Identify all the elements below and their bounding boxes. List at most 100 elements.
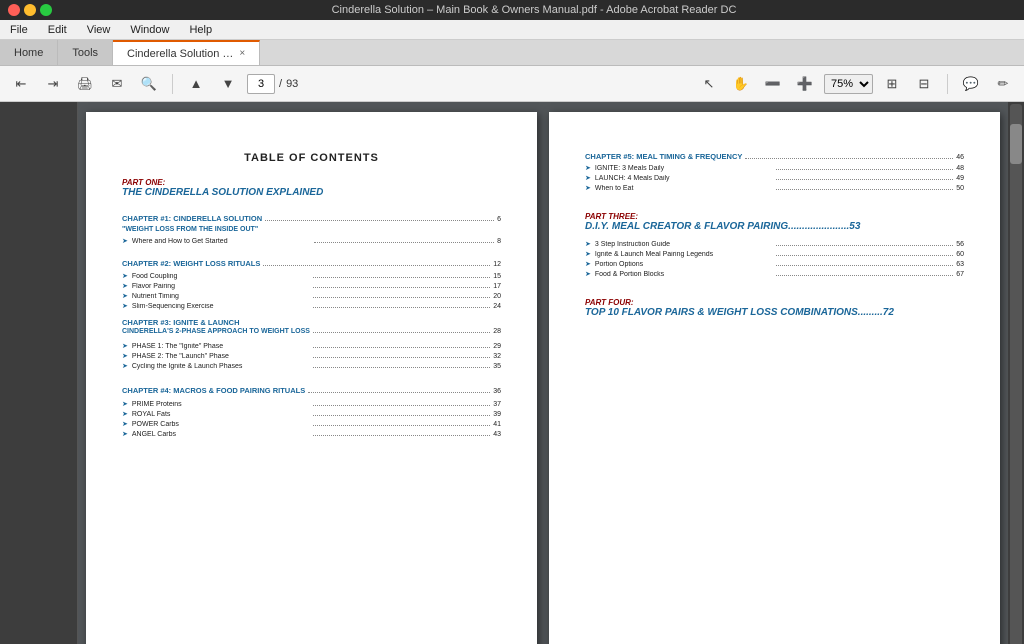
dots — [313, 277, 491, 278]
ch5-entry-2-page: 50 — [956, 185, 964, 192]
zoom-select[interactable]: 75% — [824, 74, 873, 94]
dots — [776, 189, 954, 190]
page-up-button[interactable]: ▲ — [183, 71, 209, 97]
dots — [313, 357, 491, 358]
bullet-icon: ➤ — [122, 237, 128, 245]
ch4-entry-2-text: POWER Carbs — [132, 421, 310, 428]
ch5-entry-2-text: When to Eat — [595, 185, 773, 192]
cursor-tool-button[interactable]: ↖ — [696, 71, 722, 97]
part-four-title: TOP 10 FLAVOR PAIRS & WEIGHT LOSS COMBIN… — [585, 307, 964, 318]
toc-entry: ➤ Portion Options 63 — [585, 260, 964, 268]
bullet-icon: ➤ — [585, 240, 591, 248]
email-button[interactable]: ✉ — [104, 71, 130, 97]
bullet-icon: ➤ — [585, 164, 591, 172]
fit-width-button[interactable]: ⊟ — [911, 71, 937, 97]
page-number-input[interactable] — [247, 74, 275, 94]
nav-prev-button[interactable]: ⇤ — [8, 71, 34, 97]
dots — [776, 245, 954, 246]
part-three-title: D.I.Y. MEAL CREATOR & FLAVOR PAIRING....… — [585, 221, 964, 232]
ch4-dots — [308, 392, 490, 393]
toolbar-separator — [172, 74, 173, 94]
part-one-label: PART ONE: — [122, 178, 501, 187]
hand-tool-button[interactable]: ✋ — [728, 71, 754, 97]
bullet-icon: ➤ — [122, 420, 128, 428]
bullet-icon: ➤ — [122, 362, 128, 370]
bullet-icon: ➤ — [122, 352, 128, 360]
bullet-icon: ➤ — [122, 410, 128, 418]
ch2-entry-1-page: 17 — [493, 283, 501, 290]
dots — [314, 242, 494, 243]
toc-entry: ➤ ROYAL Fats 39 — [122, 410, 501, 418]
draw-button[interactable]: ✏ — [990, 71, 1016, 97]
tab-home[interactable]: Home — [0, 40, 58, 65]
menu-window[interactable]: Window — [126, 22, 173, 38]
dots — [776, 169, 954, 170]
ch2-title: CHAPTER #2: WEIGHT LOSS RITUALS — [122, 259, 260, 268]
bullet-icon: ➤ — [122, 342, 128, 350]
menu-file[interactable]: File — [6, 22, 32, 38]
right-scrollbar[interactable] — [1008, 102, 1024, 644]
ch2-entry-2-page: 20 — [493, 293, 501, 300]
ch3-page: 28 — [493, 328, 501, 335]
close-window-button[interactable] — [8, 4, 20, 16]
pdf-page-3: TABLE OF CONTENTS PART ONE: THE CINDEREL… — [86, 112, 537, 644]
ch5-entry-1-page: 49 — [956, 175, 964, 182]
toc-entry: ➤ 3 Step Instruction Guide 56 — [585, 240, 964, 248]
maximize-window-button[interactable] — [40, 4, 52, 16]
part-three-label: PART THREE: — [585, 212, 964, 221]
dots — [313, 347, 491, 348]
main-area: TABLE OF CONTENTS PART ONE: THE CINDEREL… — [0, 102, 1024, 644]
ch4-entry-0-text: PRIME Proteins — [132, 401, 310, 408]
ch3-entry-2-text: Cycling the Ignite & Launch Phases — [132, 363, 310, 370]
toc-entry: ➤ PRIME Proteins 37 — [122, 400, 501, 408]
ch1-title: CHAPTER #1: CINDERELLA SOLUTION — [122, 214, 262, 223]
p3-entry-0-text: 3 Step Instruction Guide — [595, 241, 773, 248]
zoom-in-button[interactable]: ➕ — [792, 71, 818, 97]
ch3-entry-0-text: PHASE 1: The "Ignite" Phase — [132, 343, 310, 350]
toc-entry: ➤ Slim-Sequencing Exercise 24 — [122, 302, 501, 310]
toc-entry: ➤ Ignite & Launch Meal Pairing Legends 6… — [585, 250, 964, 258]
bullet-icon: ➤ — [122, 302, 128, 310]
menu-edit[interactable]: Edit — [44, 22, 71, 38]
search-button[interactable]: 🔍 — [136, 71, 162, 97]
scrollbar-thumb[interactable] — [1010, 124, 1022, 164]
pages-area: TABLE OF CONTENTS PART ONE: THE CINDEREL… — [78, 102, 1008, 644]
ch2-page: 12 — [493, 261, 501, 268]
ch1-dots — [265, 220, 494, 221]
minimize-window-button[interactable] — [24, 4, 36, 16]
toc-title: TABLE OF CONTENTS — [122, 152, 501, 164]
ch1-page: 6 — [497, 216, 501, 223]
page-down-button[interactable]: ▼ — [215, 71, 241, 97]
fit-page-button[interactable]: ⊞ — [879, 71, 905, 97]
menu-view[interactable]: View — [83, 22, 115, 38]
part-four-label: PART FOUR: — [585, 298, 964, 307]
tab-active[interactable]: Cinderella Solution … × — [113, 40, 260, 65]
menu-help[interactable]: Help — [185, 22, 216, 38]
ch4-page: 36 — [493, 388, 501, 395]
ch5-entry-1-text: LAUNCH: 4 Meals Daily — [595, 175, 773, 182]
bullet-icon: ➤ — [585, 270, 591, 278]
nav-next-button[interactable]: ⇥ — [40, 71, 66, 97]
toc-entry: ➤ PHASE 1: The "Ignite" Phase 29 — [122, 342, 501, 350]
p3-entry-1-text: Ignite & Launch Meal Pairing Legends — [595, 251, 773, 258]
bullet-icon: ➤ — [585, 184, 591, 192]
pdf-page-4: CHAPTER #5: MEAL TIMING & FREQUENCY 46 ➤… — [549, 112, 1000, 644]
bullet-icon: ➤ — [122, 272, 128, 280]
zoom-out-button[interactable]: ➖ — [760, 71, 786, 97]
dots — [776, 265, 954, 266]
scrollbar-track — [1010, 104, 1022, 644]
toc-entry: ➤ Food Coupling 15 — [122, 272, 501, 280]
tab-tools[interactable]: Tools — [58, 40, 113, 65]
ch3-dots — [313, 332, 490, 333]
ch3-entry-1-page: 32 — [493, 353, 501, 360]
ch5-title: CHAPTER #5: MEAL TIMING & FREQUENCY — [585, 152, 742, 161]
ch4-entry-0-page: 37 — [493, 401, 501, 408]
print-button[interactable]: 🖨 — [72, 71, 98, 97]
dots — [313, 425, 491, 426]
dots — [313, 287, 491, 288]
tab-close-button[interactable]: × — [239, 48, 245, 59]
comment-button[interactable]: 💬 — [958, 71, 984, 97]
ch2-entry-3-text: Slim-Sequencing Exercise — [132, 303, 310, 310]
toc-entry: ➤ IGNITE: 3 Meals Daily 48 — [585, 164, 964, 172]
dots — [776, 179, 954, 180]
